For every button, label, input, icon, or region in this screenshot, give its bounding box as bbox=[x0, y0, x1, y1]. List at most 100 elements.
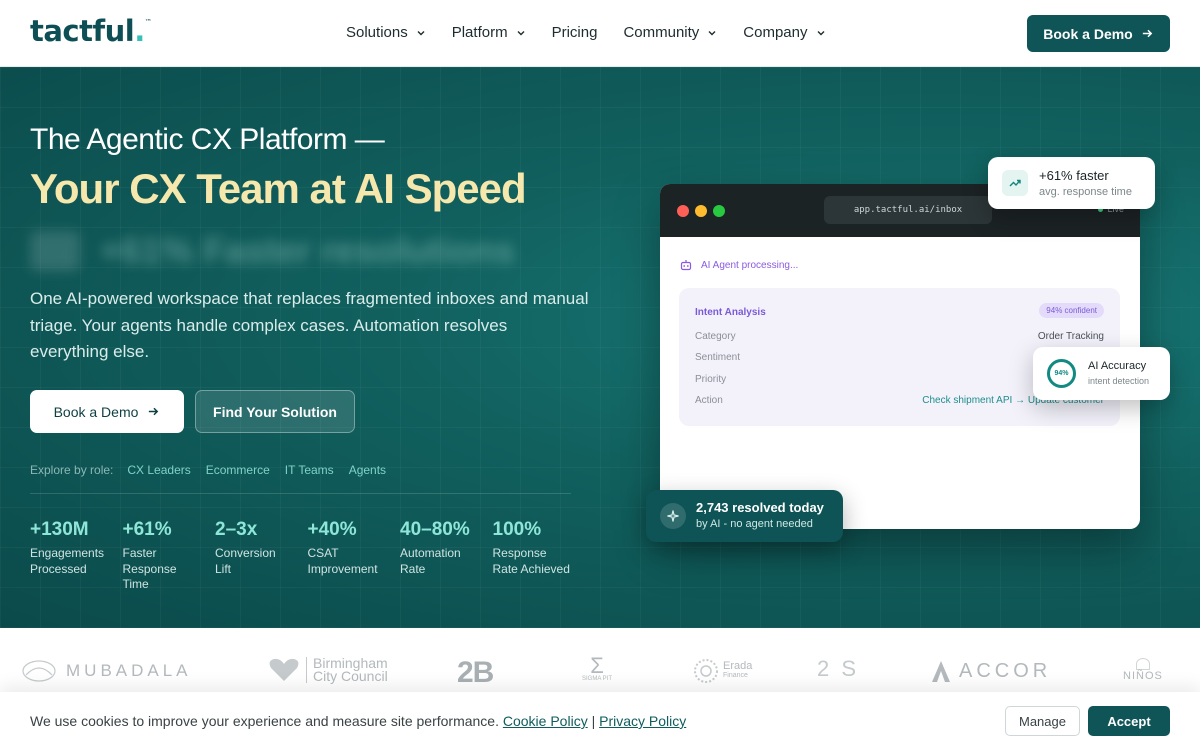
logo-2b: 2B bbox=[457, 656, 494, 690]
stat-value: 40–80% bbox=[400, 519, 470, 540]
sigma-icon: Σ bbox=[590, 653, 604, 678]
accuracy-card-subtitle: intent detection bbox=[1088, 376, 1150, 386]
logo-ninos: NIÑOS bbox=[1123, 658, 1163, 682]
explore-by-role: Explore by role: CX Leaders Ecommerce IT… bbox=[30, 463, 401, 477]
accor-text: ACCOR bbox=[959, 659, 1052, 682]
arrow-right-icon bbox=[149, 407, 159, 416]
top-nav: tactful.™ Solutions Platform Pricing Com… bbox=[0, 0, 1200, 67]
manage-cookies-button[interactable]: Manage bbox=[1005, 706, 1080, 736]
stat-item: 2–3x Conversion Lift bbox=[215, 519, 308, 593]
faster-card-title: +61% faster bbox=[1039, 168, 1109, 183]
find-solution-button[interactable]: Find Your Solution bbox=[195, 390, 355, 433]
nav-item-solutions[interactable]: Solutions bbox=[346, 24, 426, 41]
logo-text: tactful bbox=[30, 14, 135, 48]
stat-label: Automation Rate bbox=[400, 546, 461, 576]
hero-rotating-text: +61% Faster resolutions bbox=[30, 230, 515, 272]
rotating-icon bbox=[30, 231, 80, 271]
chevron-down-icon bbox=[517, 30, 525, 35]
sigma-text: SIGMA PIT bbox=[582, 676, 613, 682]
erada-line-2: Finance bbox=[723, 672, 748, 679]
processing-label: AI Agent processing... bbox=[701, 259, 799, 271]
intent-analysis-title: Intent Analysis bbox=[695, 307, 766, 318]
nav-item-platform[interactable]: Platform bbox=[452, 24, 526, 41]
stat-value: 100% bbox=[492, 519, 542, 540]
heart-icon bbox=[269, 658, 299, 681]
logo-accor: ACCOR bbox=[930, 659, 1051, 683]
resolved-card-title: 2,743 resolved today bbox=[696, 500, 824, 515]
trending-up-icon bbox=[1002, 170, 1028, 196]
nav-book-demo-button[interactable]: Book a Demo bbox=[1027, 15, 1170, 52]
nav-item-company[interactable]: Company bbox=[743, 24, 825, 41]
nav-cta-label: Book a Demo bbox=[1043, 25, 1133, 42]
intent-key: Action bbox=[695, 395, 723, 406]
erada-line-1: Erada bbox=[723, 660, 753, 672]
arrow-right-icon bbox=[1142, 29, 1152, 38]
hero-book-demo-label: Book a Demo bbox=[53, 403, 139, 420]
stat-value: +61% bbox=[122, 519, 172, 540]
stat-label: CSAT Improvement bbox=[307, 546, 378, 576]
stat-item: +61% Faster Response Time bbox=[123, 519, 216, 593]
intent-row: Category Order Tracking bbox=[695, 331, 1104, 342]
birmingham-text: Birmingham City Council bbox=[306, 656, 388, 684]
mubadala-text: MUBADALA bbox=[66, 661, 192, 680]
hero-title: Your CX Team at AI Speed bbox=[30, 165, 527, 212]
cookie-policy-link[interactable]: Cookie Policy bbox=[503, 713, 588, 729]
stat-value: +130M bbox=[30, 519, 89, 540]
minimize-dot bbox=[695, 205, 707, 217]
policy-separator: | bbox=[591, 713, 596, 729]
logo-erada: Erada Finance bbox=[693, 658, 752, 684]
nav-item-label: Pricing bbox=[551, 24, 598, 41]
close-dot bbox=[677, 205, 689, 217]
stat-label: Response Rate Achieved bbox=[492, 546, 570, 576]
resolved-today-card: 2,743 resolved today by AI - no agent ne… bbox=[646, 490, 843, 542]
nav-item-pricing[interactable]: Pricing bbox=[552, 24, 598, 41]
stats-row: +130M Engagements Processed +61% Faster Re… bbox=[30, 519, 585, 593]
role-link-ecommerce[interactable]: Ecommerce bbox=[206, 463, 270, 477]
stat-item: 40–80% Automation Rate bbox=[400, 519, 493, 593]
privacy-policy-link[interactable]: Privacy Policy bbox=[599, 713, 686, 729]
ai-accuracy-card: 94% AI Accuracy intent detection bbox=[1033, 347, 1170, 400]
stat-label: Engagements Processed bbox=[30, 546, 105, 576]
stat-item: +40% CSAT Improvement bbox=[308, 519, 401, 593]
robot-icon bbox=[680, 260, 692, 271]
url-bar: app.tactful.ai/inbox bbox=[824, 196, 992, 224]
logo-birmingham: Birmingham City Council bbox=[268, 656, 388, 684]
ai-processing-status: AI Agent processing... bbox=[680, 259, 798, 271]
nav-item-label: Company bbox=[743, 24, 808, 41]
twob-text: 2B bbox=[457, 656, 494, 689]
intent-key: Sentiment bbox=[695, 352, 741, 363]
main-menu: Solutions Platform Pricing Community Com… bbox=[346, 24, 852, 41]
ninos-emblem-icon bbox=[1135, 658, 1150, 670]
accuracy-card-title: AI Accuracy bbox=[1088, 360, 1147, 372]
intent-key: Priority bbox=[695, 374, 727, 385]
tactful-logo[interactable]: tactful.™ bbox=[30, 14, 152, 48]
hero-divider bbox=[30, 493, 571, 494]
role-link-it-teams[interactable]: IT Teams bbox=[285, 463, 334, 477]
logo-2s: 2 S bbox=[817, 656, 859, 682]
rotating-text-label: +61% Faster resolutions bbox=[100, 230, 516, 271]
chevron-down-icon bbox=[817, 30, 824, 35]
hero-section: The Agentic CX Platform — Your CX Team a… bbox=[0, 67, 1200, 628]
intent-key: Category bbox=[695, 331, 736, 342]
logo-trademark: ™ bbox=[144, 18, 152, 26]
intent-value: Order Tracking bbox=[1037, 331, 1104, 342]
two-s-text: 2 S bbox=[817, 656, 860, 681]
confidence-badge: 94% confident bbox=[1039, 303, 1104, 318]
ninos-text: NIÑOS bbox=[1123, 670, 1163, 682]
faster-response-card: +61% faster avg. response time bbox=[988, 157, 1155, 209]
hero-book-demo-button[interactable]: Book a Demo bbox=[30, 390, 184, 433]
stat-value: 2–3x bbox=[215, 519, 258, 540]
birmingham-line-2: City Council bbox=[313, 668, 388, 684]
accept-cookies-button[interactable]: Accept bbox=[1088, 706, 1170, 736]
erada-emblem-icon bbox=[694, 659, 718, 683]
hero-description: One AI-powered workspace that replaces f… bbox=[30, 289, 589, 361]
client-logos-strip: MUBADALA Birmingham City Council 2B Σ SI… bbox=[0, 628, 1200, 692]
role-link-cx-leaders[interactable]: CX Leaders bbox=[127, 463, 190, 477]
role-link-agents[interactable]: Agents bbox=[349, 463, 386, 477]
nav-item-label: Platform bbox=[451, 24, 508, 41]
nav-item-community[interactable]: Community bbox=[623, 24, 717, 41]
chevron-down-icon bbox=[417, 30, 425, 35]
logo-dot: . bbox=[134, 14, 145, 48]
mubadala-emblem-icon bbox=[22, 660, 56, 682]
cookie-message: We use cookies to improve your experienc… bbox=[30, 713, 686, 729]
